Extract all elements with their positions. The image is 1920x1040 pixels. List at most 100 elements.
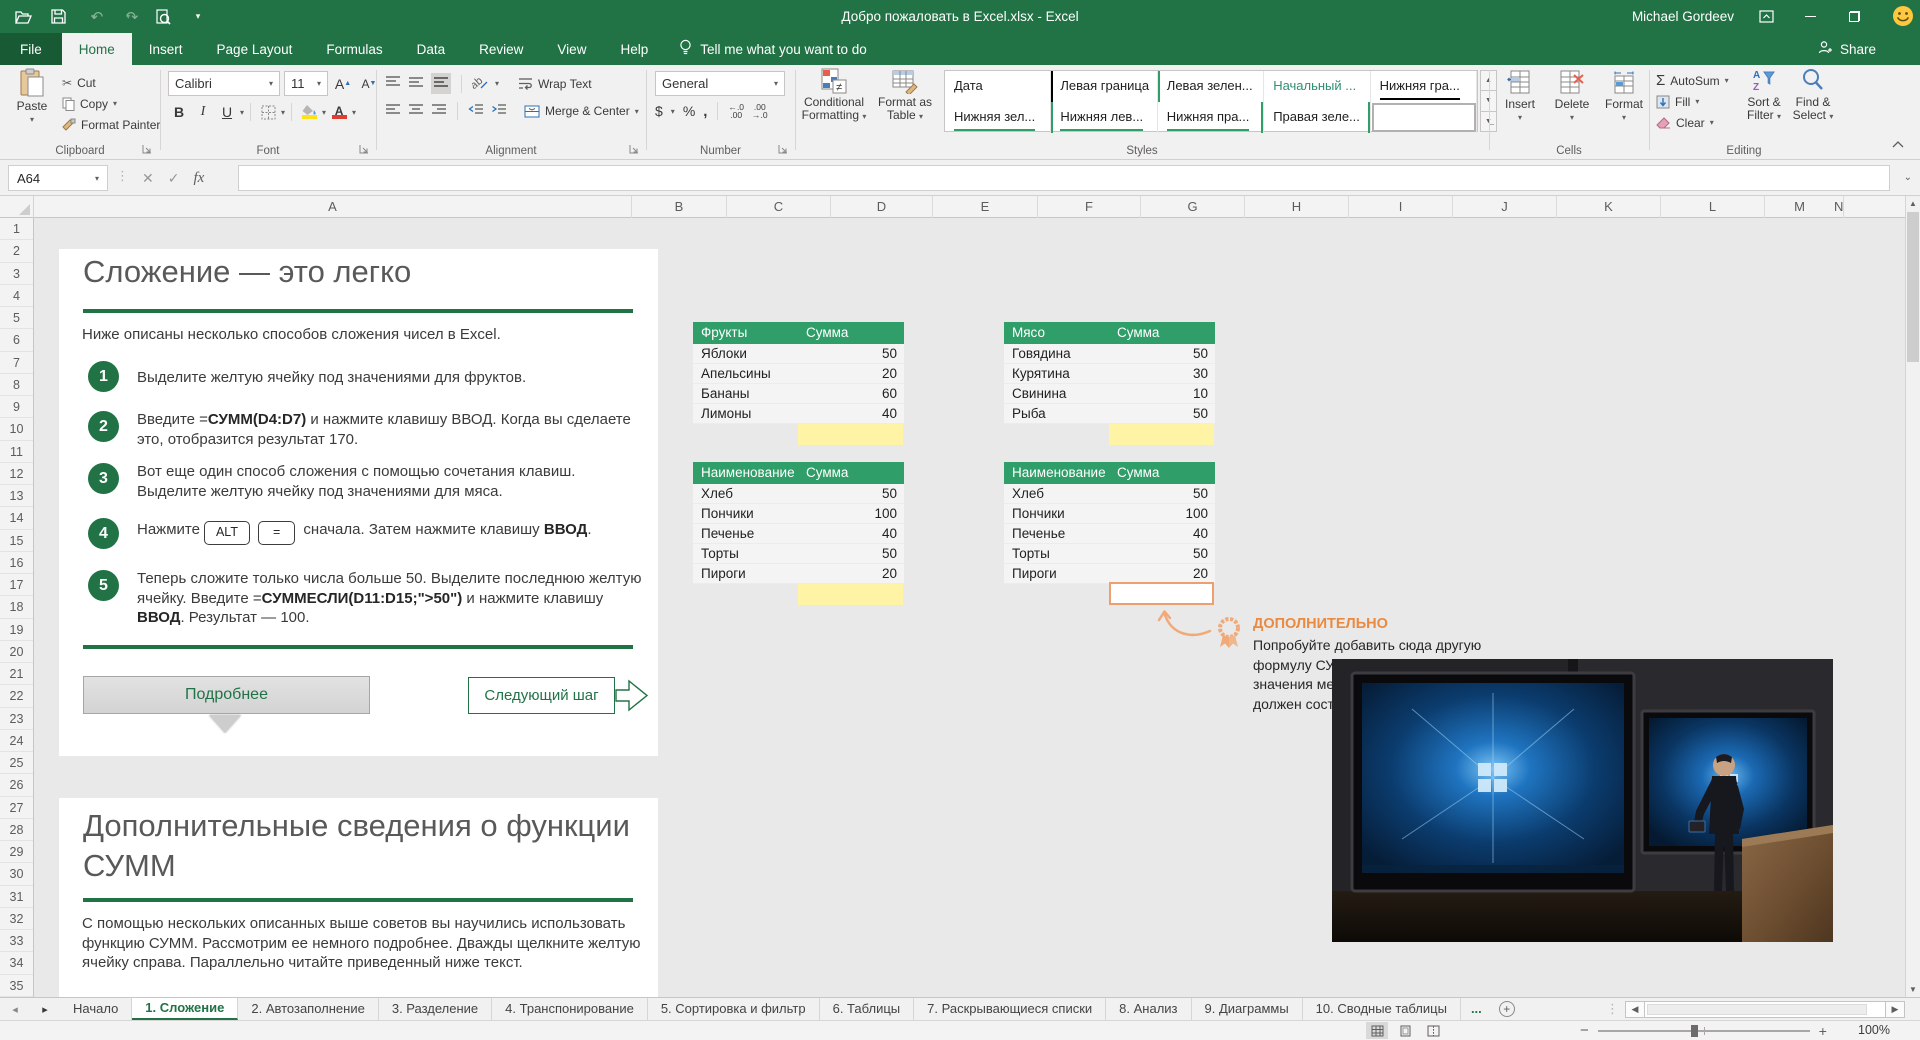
tab-formulas[interactable]: Formulas xyxy=(309,33,399,65)
table-row[interactable]: Пироги20 xyxy=(693,564,904,584)
row-header[interactable]: 32 xyxy=(0,908,33,930)
currency-format-icon[interactable]: $ xyxy=(655,103,663,119)
sheet-nav-left-icon[interactable]: ◂ xyxy=(0,998,30,1020)
sort-filter-button[interactable]: AZ Sort &Filter ▾ xyxy=(1740,68,1788,123)
extra-formula-cell[interactable] xyxy=(1109,582,1214,605)
scroll-down-icon[interactable]: ▼ xyxy=(1906,982,1920,997)
style-bottom-left[interactable]: Нижняя лев... xyxy=(1051,102,1157,133)
new-sheet-icon[interactable]: + xyxy=(1492,998,1522,1020)
table-row[interactable]: Лимоны40 xyxy=(693,404,904,424)
column-header[interactable]: K xyxy=(1557,196,1661,218)
table-row[interactable]: Хлеб50 xyxy=(693,484,904,504)
style-left-border[interactable]: Левая граница xyxy=(1051,71,1157,102)
sheet-tab-svodnye[interactable]: 10. Сводные таблицы xyxy=(1303,998,1461,1020)
horizontal-scrollbar[interactable]: ⋮ ◀ ▶ xyxy=(1600,998,1920,1020)
column-header[interactable]: G xyxy=(1141,196,1245,218)
insert-cells-button[interactable]: Insert▾ xyxy=(1494,69,1546,122)
row-header[interactable]: 21 xyxy=(0,663,33,685)
sheet-tab-tablicy[interactable]: 6. Таблицы xyxy=(820,998,915,1020)
font-color-icon[interactable]: A xyxy=(328,101,350,123)
sheet-tab-spiski[interactable]: 7. Раскрывающиеся списки xyxy=(914,998,1106,1020)
sheet-tab-analiz[interactable]: 8. Анализ xyxy=(1106,998,1191,1020)
increase-decimal-icon[interactable]: ←.0.00 xyxy=(728,103,744,119)
table-row[interactable]: Торты50 xyxy=(693,544,904,564)
align-top-icon[interactable] xyxy=(385,75,401,92)
decrease-decimal-icon[interactable]: .00→.0 xyxy=(752,103,768,119)
row-header[interactable]: 14 xyxy=(0,507,33,529)
next-step-button[interactable]: Следующий шаг xyxy=(468,677,615,714)
column-header[interactable]: L xyxy=(1661,196,1765,218)
row-header[interactable]: 29 xyxy=(0,841,33,863)
row-header[interactable]: 24 xyxy=(0,730,33,752)
style-left-green[interactable]: Левая зелен... xyxy=(1158,71,1264,102)
number-format-select[interactable]: General ▾ xyxy=(655,71,785,96)
page-layout-view-icon[interactable] xyxy=(1394,1022,1416,1039)
vertical-scrollbar[interactable]: ▲ ▼ xyxy=(1905,196,1920,997)
sheet-tab-slozhenie[interactable]: 1. Сложение xyxy=(132,998,238,1020)
clipboard-dialog-launcher-icon[interactable] xyxy=(142,143,154,155)
format-as-table-button[interactable]: Format asTable ▾ xyxy=(872,68,938,123)
tab-data[interactable]: Data xyxy=(400,33,463,65)
zoom-percentage[interactable]: 100% xyxy=(1858,1023,1890,1037)
clear-button[interactable]: Clear ▾ xyxy=(1656,112,1729,133)
row-header[interactable]: 5 xyxy=(0,307,33,329)
scroll-left-icon[interactable]: ◀ xyxy=(1625,1001,1645,1018)
column-header[interactable]: F xyxy=(1038,196,1141,218)
collapse-ribbon-icon[interactable] xyxy=(1892,137,1904,151)
normal-view-icon[interactable] xyxy=(1366,1022,1388,1039)
italic-button[interactable]: I xyxy=(192,101,214,123)
sheet-tab-avtozapolnenie[interactable]: 2. Автозаполнение xyxy=(238,998,378,1020)
sheet-tab-nachalo[interactable]: Начало xyxy=(60,998,132,1020)
style-bottom-green[interactable]: Нижняя зел... xyxy=(945,102,1051,133)
borders-icon[interactable] xyxy=(257,101,279,123)
row-header[interactable]: 18 xyxy=(0,596,33,618)
meat-answer-cell[interactable] xyxy=(1109,424,1214,445)
formula-input[interactable] xyxy=(238,165,1890,191)
row-header[interactable]: 9 xyxy=(0,396,33,418)
font-dialog-launcher-icon[interactable] xyxy=(359,143,371,155)
column-header[interactable]: I xyxy=(1349,196,1453,218)
bold-button[interactable]: B xyxy=(168,101,190,123)
sheet-tab-diagrammy[interactable]: 9. Диаграммы xyxy=(1192,998,1303,1020)
row-header[interactable]: 30 xyxy=(0,863,33,885)
row-header[interactable]: 13 xyxy=(0,485,33,507)
row-header[interactable]: 4 xyxy=(0,285,33,307)
share-button[interactable]: Share xyxy=(1818,33,1876,65)
column-header[interactable]: H xyxy=(1245,196,1349,218)
table-row[interactable]: Торты50 xyxy=(1004,544,1215,564)
sheet-nav-right-icon[interactable]: ▸ xyxy=(30,998,60,1020)
merge-center-button[interactable]: Merge & Center ▾ xyxy=(524,104,639,118)
tell-me-box[interactable]: Tell me what you want to do xyxy=(665,33,881,65)
column-header[interactable]: C xyxy=(727,196,831,218)
tab-review[interactable]: Review xyxy=(462,33,540,65)
row-header[interactable]: 11 xyxy=(0,441,33,463)
row-header[interactable]: 19 xyxy=(0,619,33,641)
table-row[interactable]: Хлеб50 xyxy=(1004,484,1215,504)
row-header[interactable]: 7 xyxy=(0,352,33,374)
format-painter-button[interactable]: Format Painter xyxy=(62,114,160,135)
horizontal-scroll-thumb[interactable] xyxy=(1647,1004,1867,1015)
table-row[interactable]: Курятина30 xyxy=(1004,364,1215,384)
format-cells-button[interactable]: Format▾ xyxy=(1598,69,1650,122)
vertical-scroll-thumb[interactable] xyxy=(1907,212,1919,362)
column-header[interactable]: M xyxy=(1765,196,1834,218)
column-header[interactable]: B xyxy=(632,196,727,218)
cancel-formula-icon[interactable]: ✕ xyxy=(142,170,154,187)
column-header[interactable]: A xyxy=(34,196,632,218)
row-header[interactable]: 26 xyxy=(0,774,33,796)
fruits-answer-cell[interactable] xyxy=(798,424,903,445)
sheet-tab-sortirovka[interactable]: 5. Сортировка и фильтр xyxy=(648,998,820,1020)
underline-caret-icon[interactable]: ▾ xyxy=(240,108,244,117)
tab-file[interactable]: File xyxy=(0,33,62,65)
alignment-dialog-launcher-icon[interactable] xyxy=(629,143,641,155)
wrap-text-button[interactable]: Wrap Text xyxy=(518,77,592,91)
font-family-select[interactable]: Calibri ▾ xyxy=(168,71,280,96)
zoom-out-icon[interactable]: − xyxy=(1580,1022,1589,1039)
tab-insert[interactable]: Insert xyxy=(132,33,200,65)
copy-button[interactable]: Copy ▾ xyxy=(62,93,160,114)
more-details-button[interactable]: Подробнее xyxy=(83,676,370,714)
row-header[interactable]: 8 xyxy=(0,374,33,396)
fill-button[interactable]: Fill ▾ xyxy=(1656,91,1729,112)
table-row[interactable]: Говядина50 xyxy=(1004,344,1215,364)
row-header[interactable]: 1 xyxy=(0,218,33,240)
